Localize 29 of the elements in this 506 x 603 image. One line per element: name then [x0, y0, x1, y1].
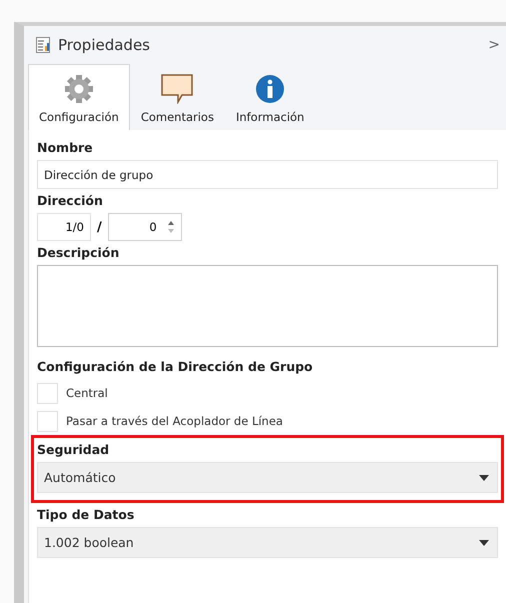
panel-title: Propiedades — [58, 36, 150, 54]
dropdown[interactable]: 1.002 boolean — [37, 527, 498, 558]
description-field[interactable] — [37, 265, 498, 347]
address-prefix-field[interactable]: 1/0 — [37, 213, 91, 241]
tab[interactable]: Comentarios — [130, 64, 225, 130]
checkbox-label: Pasar a través del Acoplador de Línea — [66, 414, 283, 428]
field-label: Descripción — [37, 245, 120, 260]
tab[interactable]: Configuración — [28, 64, 130, 130]
checkbox[interactable] — [37, 382, 58, 404]
speech-bubble-icon — [161, 74, 194, 104]
checkbox-label: Central — [66, 386, 108, 400]
section-label: Configuración de la Dirección de Grupo — [37, 359, 314, 374]
gear-icon — [64, 74, 94, 104]
field-label: Seguridad — [37, 442, 110, 457]
separator: / — [97, 220, 102, 234]
dropdown-arrow-icon — [479, 474, 489, 480]
spin-arrows-icon — [166, 220, 175, 234]
address-spinner[interactable]: 0 — [108, 213, 182, 241]
collapse-button[interactable]: > — [488, 37, 500, 53]
field-label: Tipo de Datos — [37, 507, 136, 522]
info-icon — [255, 74, 286, 104]
field-label: Nombre — [37, 140, 94, 155]
checkbox[interactable] — [37, 410, 58, 432]
field-label: Dirección — [37, 193, 104, 208]
dropdown[interactable]: Automático — [37, 462, 498, 493]
tab[interactable]: Información — [224, 64, 316, 130]
dropdown-arrow-icon — [479, 540, 489, 546]
properties-icon — [36, 37, 50, 53]
name-field[interactable]: Dirección de grupo — [37, 160, 498, 189]
